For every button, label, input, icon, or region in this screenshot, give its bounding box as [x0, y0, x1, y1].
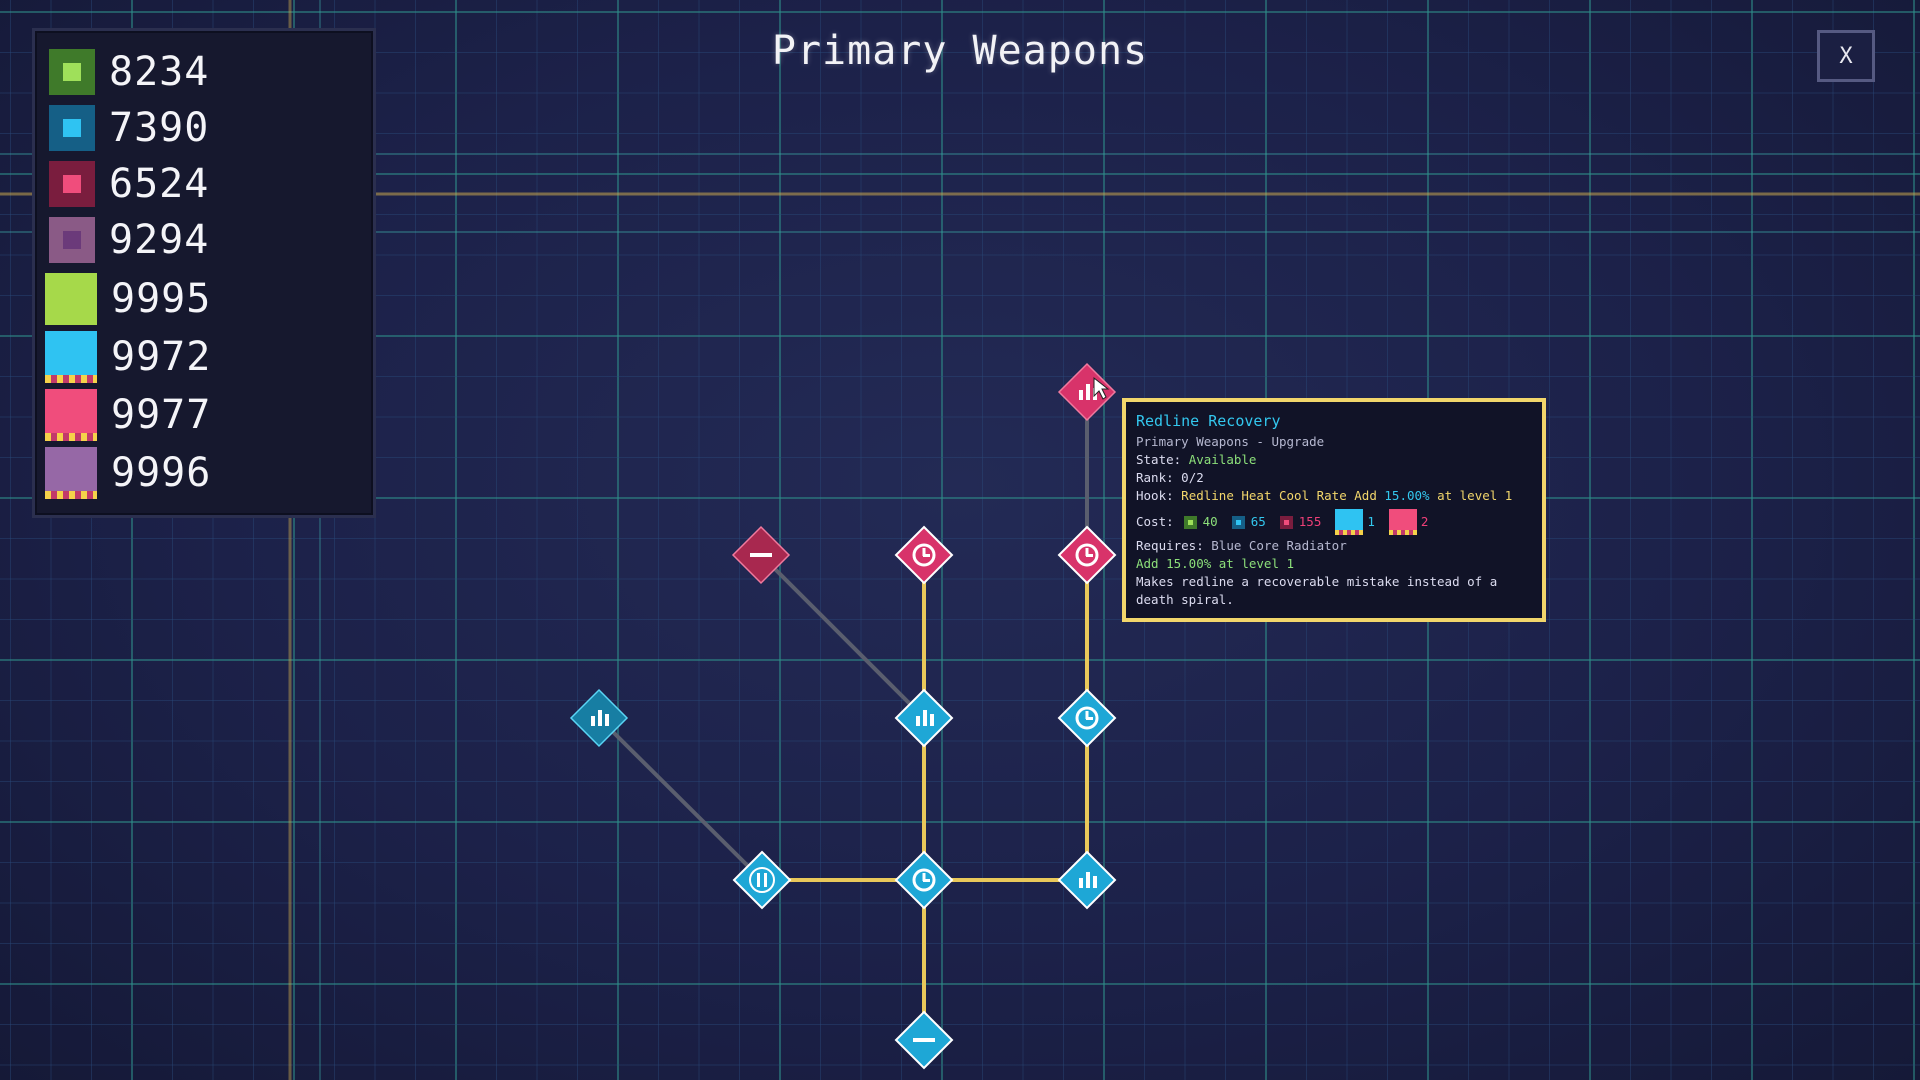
red-shard-icon [1279, 515, 1293, 529]
cost-value: 2 [1420, 514, 1429, 529]
node-link [597, 716, 764, 882]
purple-shard-icon [49, 217, 95, 263]
blue-core-icon [1335, 509, 1364, 535]
cost-blue-shard: 65 [1231, 513, 1266, 531]
cost-label: Cost: [1136, 514, 1174, 529]
cost-value: 155 [1298, 514, 1322, 529]
requires-label: Requires: [1136, 538, 1204, 553]
close-button[interactable]: X [1817, 30, 1875, 82]
tooltip-cost: Cost: 40 65 155 1 2 [1136, 509, 1532, 535]
red-core-icon [45, 389, 97, 441]
tooltip-description: Makes redline a recoverable mistake inst… [1136, 574, 1498, 607]
resource-value: 7390 [109, 105, 210, 151]
cost-green-shard: 40 [1183, 513, 1218, 531]
upgrade-tooltip: Redline Recovery Primary Weapons - Upgra… [1122, 398, 1546, 622]
minus-icon [750, 553, 772, 557]
resource-value: 9996 [111, 450, 212, 496]
resource-value: 9972 [111, 334, 212, 380]
cost-red-shard: 155 [1279, 513, 1322, 531]
state-label: State: [1136, 452, 1182, 467]
hook-label: Hook: [1136, 488, 1174, 503]
hook-level: at level 1 [1437, 488, 1513, 503]
minus-icon [913, 1038, 935, 1042]
blue-shard-icon [1231, 515, 1245, 529]
resource-purple-shard: 9294 [49, 217, 209, 263]
resource-blue-core: 9972 [45, 331, 211, 383]
blue-shard-icon [49, 105, 95, 151]
skill-node-pink-right[interactable] [1057, 525, 1117, 585]
green-shard-icon [49, 49, 95, 95]
tooltip-title: Redline Recovery [1136, 412, 1281, 430]
resource-purple-core: 9996 [45, 447, 211, 499]
cost-value: 1 [1367, 514, 1375, 529]
close-icon: X [1839, 43, 1853, 69]
hook-add: Add [1354, 488, 1377, 503]
tooltip-subtitle: Primary Weapons - Upgrade [1136, 434, 1325, 449]
resource-green-shard: 8234 [49, 49, 209, 95]
rank-label: Rank: [1136, 470, 1174, 485]
hook-name: Redline Heat Cool Rate [1181, 488, 1347, 503]
tooltip-effect: Add 15.00% at level 1 [1136, 556, 1295, 571]
requires-value: Blue Core Radiator [1211, 538, 1347, 553]
tooltip-state: State: Available [1136, 451, 1532, 469]
purple-core-icon [45, 447, 97, 499]
rank-value: 0/2 [1181, 470, 1204, 485]
red-core-icon [1388, 509, 1417, 535]
resource-value: 6524 [109, 161, 210, 207]
skill-node-pink-mid[interactable] [894, 525, 954, 585]
resource-panel: 8234 7390 6524 9294 9995 9972 9977 9996 [32, 28, 376, 518]
cost-value: 40 [1202, 514, 1218, 529]
resource-value: 9977 [111, 392, 212, 438]
skill-node-cyan-center[interactable] [894, 850, 954, 910]
skill-node-cyan-bottom-right[interactable] [1057, 850, 1117, 910]
hook-amount: 15.00% [1384, 488, 1430, 503]
blue-core-icon [45, 331, 97, 383]
skill-node-top-pink[interactable] [1057, 362, 1117, 422]
resource-green-core: 9995 [45, 273, 211, 325]
cost-value: 65 [1250, 514, 1266, 529]
resource-value: 8234 [109, 49, 210, 95]
tooltip-hook: Hook: Redline Heat Cool Rate Add 15.00% … [1136, 487, 1532, 505]
skill-node-cyan-bottom[interactable] [894, 1010, 954, 1070]
red-shard-icon [49, 161, 95, 207]
state-value: Available [1188, 452, 1257, 467]
resource-red-shard: 6524 [49, 161, 209, 207]
resource-value: 9294 [109, 217, 210, 263]
tooltip-rank: Rank: 0/2 [1136, 469, 1532, 487]
resource-red-core: 9977 [45, 389, 211, 441]
skill-node-cyan-right[interactable] [1057, 688, 1117, 748]
cost-red-core: 2 [1388, 509, 1429, 535]
cost-blue-core: 1 [1335, 509, 1375, 535]
green-core-icon [45, 273, 97, 325]
node-link [759, 553, 926, 720]
tooltip-requires: Requires: Blue Core Radiator [1136, 537, 1532, 555]
resource-value: 9995 [111, 276, 212, 322]
green-shard-icon [1183, 515, 1197, 529]
resource-blue-shard: 7390 [49, 105, 209, 151]
